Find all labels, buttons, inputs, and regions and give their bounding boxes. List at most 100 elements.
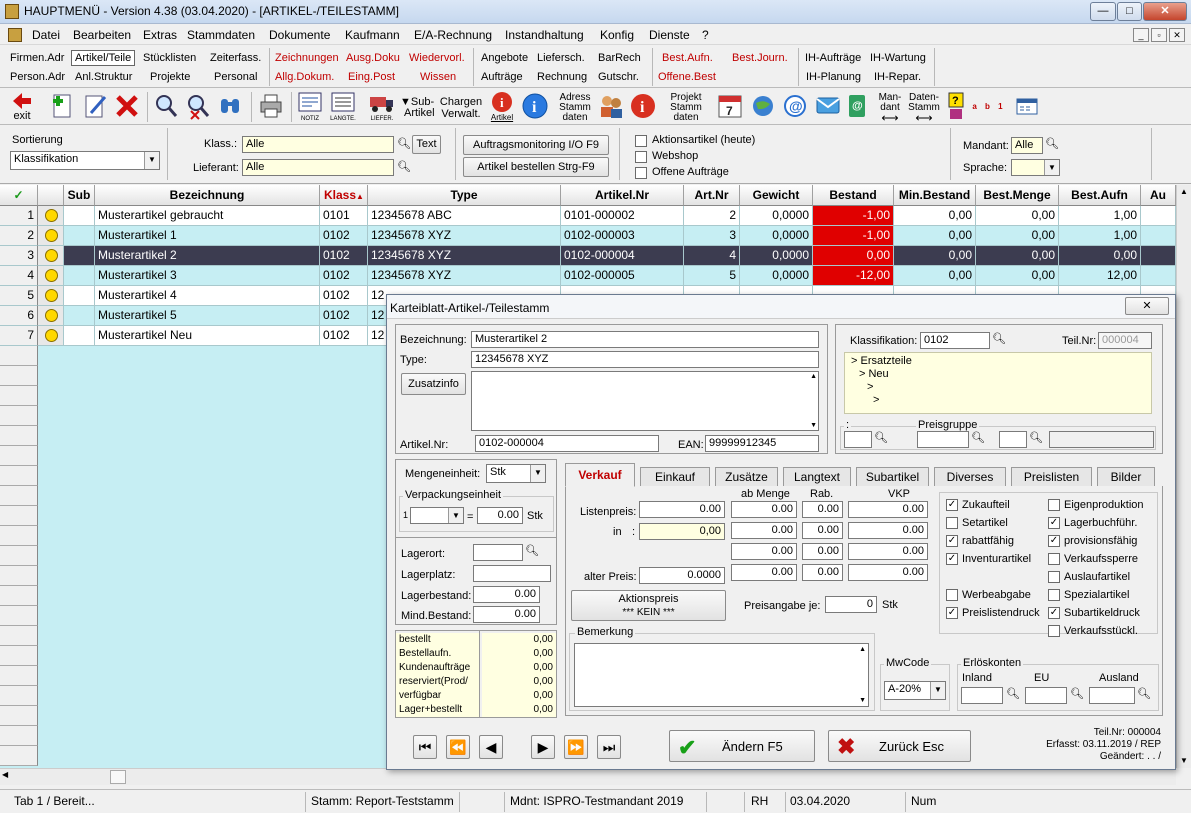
cell-best-menge[interactable]: 0,00 [976,246,1059,266]
nav-wissen[interactable]: Wissen [420,71,456,83]
rab-input[interactable]: 0.00 [802,522,843,539]
lagerbestand-input[interactable]: 0.00 [473,586,540,603]
scroll-down-icon[interactable]: ▼ [810,422,817,429]
mwcode-select[interactable]: A-20% ▼ [884,681,946,700]
search-icon[interactable]: 🔍︎ [1044,137,1060,153]
cell-artikelnr[interactable]: 0102-000004 [561,246,684,266]
flag-checkbox[interactable]: ✓ [946,535,958,547]
flag-checkbox[interactable] [1048,625,1060,637]
cell-au[interactable] [1141,226,1176,246]
cell-bezeichnung[interactable]: Musterartikel 5 [95,306,320,326]
aktionspreis-button[interactable]: Aktionspreis *** KEIN *** [571,590,726,621]
chevron-down-icon[interactable]: ▼ [448,508,463,523]
search-icon[interactable] [152,91,180,123]
cell-bestand[interactable]: 0,00 [813,246,894,266]
vkp-input[interactable]: 0.00 [848,522,928,539]
delete-icon[interactable] [113,91,141,123]
header-check[interactable]: ✓ [0,185,38,206]
offene-auftraege-checkbox[interactable] [635,167,647,179]
people-icon[interactable] [596,91,626,123]
next-record-icon[interactable]: ▶ [531,735,555,759]
menu-instandhaltung[interactable]: Instandhaltung [505,28,584,42]
inland-input[interactable] [961,687,1003,704]
zusatzinfo-button[interactable]: Zusatzinfo [401,373,466,395]
cell-gewicht[interactable]: 0,0000 [740,246,813,266]
cell-artnr[interactable]: 2 [684,206,740,226]
scroll-up-icon[interactable]: ▲ [810,373,817,380]
nav-anl-struktur[interactable]: Anl.Struktur [75,71,132,83]
search-icon[interactable]: 🔍︎ [524,544,540,560]
menu-stammdaten[interactable]: Stammdaten [187,28,255,42]
aendern-button[interactable]: ✔ Ändern F5 [669,730,815,762]
tab-zustze[interactable]: Zusätze [715,467,778,486]
nav-best-journ[interactable]: Best.Journ. [732,52,788,64]
nav-projekte[interactable]: Projekte [150,71,190,83]
nav-person-adr[interactable]: Person.Adr [10,71,65,83]
flag-checkbox[interactable] [946,589,958,601]
cell-klass[interactable]: 0102 [320,286,368,306]
cell-min-bestand[interactable]: 0,00 [894,226,976,246]
flag-checkbox[interactable] [1048,571,1060,583]
tree-node[interactable]: > Ersatzteile [851,355,1145,368]
tree-node[interactable]: > [851,381,1145,394]
nav-ih-repar[interactable]: IH-Repar. [874,71,921,83]
chevron-down-icon[interactable]: ▼ [930,682,945,699]
cell-sub[interactable] [64,326,95,346]
flag-checkbox[interactable]: ✓ [1048,535,1060,547]
header-type[interactable]: Type [368,185,561,206]
row-number[interactable]: 4 [0,266,38,286]
header-artnr[interactable]: Art.Nr [684,185,740,206]
cell-min-bestand[interactable]: 0,00 [894,246,976,266]
datenstamm-button[interactable]: Daten- Stamm ⟷ [907,91,941,125]
adressstamm-button[interactable]: Adress Stamm daten [556,91,594,123]
cell-best-aufn[interactable]: 1,00 [1059,226,1141,246]
chevron-down-icon[interactable]: ▼ [144,152,159,169]
tab-subartikel[interactable]: Subartikel [856,467,929,486]
ab-menge-input[interactable]: 0.00 [731,564,797,581]
cell-klass[interactable]: 0102 [320,306,368,326]
cell-sub[interactable] [64,246,95,266]
cell-klass[interactable]: 0101 [320,206,368,226]
klassifikation-input[interactable]: 0102 [920,332,990,349]
klass-input[interactable]: Alle [242,136,394,153]
cell-au[interactable] [1141,246,1176,266]
notiz-button[interactable]: NOTIZ [295,91,325,123]
cell-bezeichnung[interactable]: Musterartikel 4 [95,286,320,306]
warning-info-icon[interactable]: i [628,91,658,123]
cell-bestand[interactable]: -1,00 [813,226,894,246]
cell-au[interactable] [1141,206,1176,226]
flag-checkbox[interactable] [1048,499,1060,511]
klassifikation-tree[interactable]: > Ersatzteile > Neu > > [844,352,1152,414]
last-record-icon[interactable]: ⏭ [597,735,621,759]
search-icon[interactable]: 🔍︎ [396,137,412,153]
exit-button[interactable]: exit [8,91,36,123]
preisgruppe-input-3[interactable] [999,431,1027,448]
rewind-icon[interactable]: ⏪ [446,735,470,759]
previous-record-icon[interactable]: ◀ [479,735,503,759]
preisgruppe-input-1[interactable] [844,431,872,448]
header-bezeichnung[interactable]: Bezeichnung [95,185,320,206]
chargen-button[interactable]: Chargen Verwalt. [439,91,483,123]
mdi-minimize-button[interactable]: _ [1133,28,1149,42]
nav-ih-wartung[interactable]: IH-Wartung [870,52,926,64]
row-number[interactable]: 6 [0,306,38,326]
close-button[interactable]: ✕ [1143,2,1187,21]
search-icon[interactable]: 🔍︎ [873,431,889,447]
globe-icon[interactable] [749,91,777,123]
mengeneinheit-select[interactable]: Stk ▼ [486,464,546,483]
scroll-up-icon[interactable]: ▲ [1177,185,1191,199]
cell-sub[interactable] [64,286,95,306]
tab-preislisten[interactable]: Preislisten [1011,467,1092,486]
cell-type[interactable]: 12345678 XYZ [368,226,561,246]
nav-allg-dokum[interactable]: Allg.Dokum. [275,71,334,83]
vkp-input[interactable]: 0.00 [848,501,928,518]
scroll-up-icon[interactable]: ▲ [859,646,866,653]
tab-einkauf[interactable]: Einkauf [640,467,710,486]
search-icon[interactable]: 🔍︎ [1069,687,1085,703]
menu-dokumente[interactable]: Dokumente [269,28,330,42]
ab-menge-input[interactable]: 0.00 [731,501,797,518]
nav-auftraege[interactable]: Aufträge [481,71,523,83]
cell-sub[interactable] [64,226,95,246]
menu-datei[interactable]: Datei [32,28,60,42]
cell-gewicht[interactable]: 0,0000 [740,206,813,226]
